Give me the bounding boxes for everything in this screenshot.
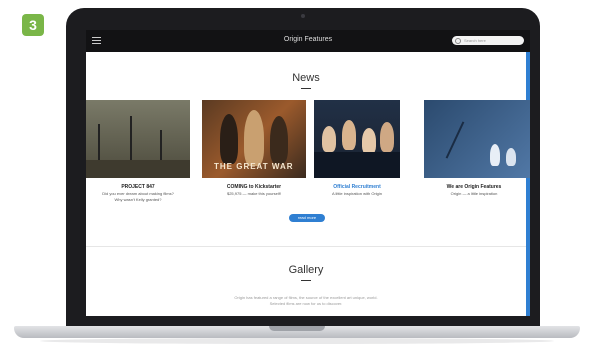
browser-screen: Origin Features Search here News THE GRE… (86, 30, 530, 316)
laptop-base (14, 326, 580, 338)
gallery-description: Origin has featured a range of films, th… (234, 295, 378, 306)
menu-icon[interactable] (92, 37, 101, 45)
navbar: Origin Features Search here (86, 30, 530, 52)
news-card-title-1[interactable]: PROJECT 847 (86, 184, 190, 190)
news-card-image-4[interactable] (424, 100, 530, 178)
step-badge: 3 (22, 14, 44, 36)
search-placeholder: Search here (464, 38, 486, 43)
news-card-subtitle-1: Did you ever dream about making films? Wh… (102, 191, 174, 202)
news-heading: News (292, 72, 320, 84)
gallery-heading: Gallery (288, 264, 324, 276)
brand-logo[interactable]: Origin Features (256, 36, 360, 43)
search-icon (455, 38, 461, 44)
news-card-subtitle-4: Origin — a little inspiration (450, 191, 498, 196)
poster-text: THE GREAT WAR (214, 162, 294, 171)
laptop-notch (269, 326, 325, 331)
search-input[interactable]: Search here (452, 36, 524, 45)
news-card-subtitle-2: $25,975 — make this yourself! (226, 191, 282, 196)
laptop-shadow (40, 338, 554, 344)
news-card-title-2[interactable]: COMING to Kickstarter (202, 184, 306, 190)
news-card-subtitle-3: A little inspiration with Origin (331, 191, 383, 196)
news-card-image-3[interactable] (314, 100, 400, 178)
news-underline (301, 88, 311, 89)
camera-icon (301, 14, 305, 18)
news-card-image-2[interactable]: THE GREAT WAR (202, 100, 306, 178)
news-card-title-4[interactable]: We are Origin Features (424, 184, 524, 190)
news-card-title-3[interactable]: Official Recruitment (314, 184, 400, 190)
gallery-underline (301, 280, 311, 281)
scrollbar[interactable] (526, 52, 530, 316)
news-card-image-1[interactable] (86, 100, 190, 178)
read-more-button[interactable]: read more (289, 214, 325, 222)
section-divider (86, 246, 526, 247)
